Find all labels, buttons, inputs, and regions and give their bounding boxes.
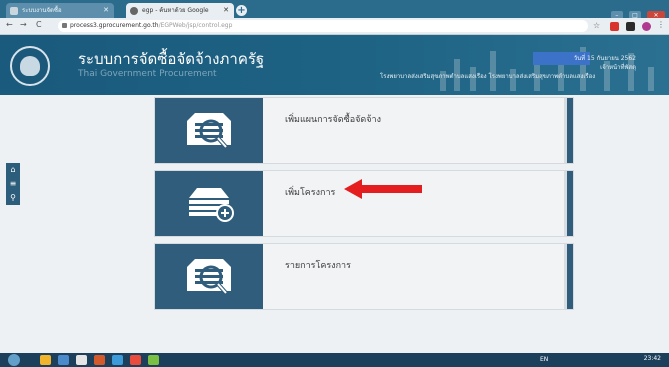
egp-favicon-icon	[10, 7, 18, 15]
taskbar-app-icon[interactable]	[130, 355, 141, 365]
search-icon[interactable]: ⚲	[6, 191, 20, 205]
close-tab-icon[interactable]: ✕	[223, 3, 229, 18]
extension-icon[interactable]	[626, 22, 635, 31]
menu-tile	[155, 171, 263, 236]
home-icon[interactable]: ⌂	[6, 163, 20, 177]
header-organization: โรงพยาบาลส่งเสริมสุขภาพตำบลแสงเรือง โรงพ…	[380, 73, 596, 80]
site-header: ระบบการจัดซื้อจัดจ้างภาครัฐ Thai Governm…	[0, 35, 669, 95]
document-search-icon	[187, 113, 231, 149]
document-search-icon	[187, 259, 231, 295]
google-favicon-icon	[130, 7, 138, 15]
browser-tab-google[interactable]: egp - ค้นหาด้วย Google ✕	[126, 3, 234, 18]
card-edge-stripe	[567, 98, 573, 163]
site-title-thai: ระบบการจัดซื้อจัดจ้างภาครัฐ	[78, 50, 265, 68]
bookmark-star-icon[interactable]: ☆	[593, 21, 600, 30]
menu-card-add-procurement-plan[interactable]: เพิ่มแผนการจัดซื้อจัดจ้าง	[154, 97, 574, 164]
menu-label: รายการโครงการ	[285, 261, 351, 271]
os-taskbar: EN 23:42	[0, 353, 669, 367]
garuda-emblem-icon	[20, 56, 40, 76]
menu-tile	[155, 244, 263, 309]
url-path: /EGPWeb/jsp/control.egp	[158, 22, 233, 29]
header-user-role: เจ้าหน้าที่พัสดุ	[600, 64, 636, 71]
government-logo[interactable]	[10, 46, 50, 86]
reload-icon[interactable]: C	[36, 20, 42, 29]
taskbar-app-icon[interactable]	[112, 355, 123, 365]
card-edge-stripe	[567, 244, 573, 309]
language-indicator[interactable]: EN	[540, 356, 548, 363]
address-bar[interactable]: process3.gprocurement.go.th/EGPWeb/jsp/c…	[58, 20, 588, 32]
tab-title: ระบบงานจัดซื้อ	[22, 7, 62, 14]
new-tab-button[interactable]: +	[236, 5, 247, 16]
stack-add-icon	[189, 188, 234, 222]
taskbar-app-icon[interactable]	[148, 355, 159, 365]
profile-avatar[interactable]	[642, 22, 651, 31]
side-toolbar: ⌂ ≡ ⚲	[6, 163, 20, 205]
menu-label: เพิ่มโครงการ	[285, 188, 336, 198]
taskbar-app-icon[interactable]	[94, 355, 105, 365]
start-button[interactable]	[8, 354, 20, 366]
lock-icon	[62, 23, 67, 28]
taskbar-clock[interactable]: 23:42	[644, 355, 661, 362]
taskbar-app-icon[interactable]	[76, 355, 87, 365]
tab-title: egp - ค้นหาด้วย Google	[142, 7, 209, 14]
browser-tab-egp[interactable]: ระบบงานจัดซื้อ ✕	[6, 3, 114, 18]
extension-icon[interactable]	[610, 22, 619, 31]
browser-tab-bar: ระบบงานจัดซื้อ ✕ egp - ค้นหาด้วย Google …	[0, 0, 669, 20]
close-tab-icon[interactable]: ✕	[103, 3, 109, 18]
card-edge-stripe	[567, 171, 573, 236]
browser-menu-icon[interactable]: ⋮	[657, 20, 665, 29]
site-title-english: Thai Government Procurement	[78, 69, 217, 79]
url-host: process3.gprocurement.go.th	[70, 22, 159, 29]
taskbar-app-icon[interactable]	[58, 355, 69, 365]
back-arrow-icon[interactable]: ←	[6, 20, 13, 29]
forward-arrow-icon[interactable]: →	[20, 20, 27, 29]
menu-label: เพิ่มแผนการจัดซื้อจัดจ้าง	[285, 115, 381, 125]
red-annotation-arrow-icon	[344, 179, 422, 199]
menu-icon[interactable]: ≡	[6, 177, 20, 191]
menu-card-project-list[interactable]: รายการโครงการ	[154, 243, 574, 310]
taskbar-app-icon[interactable]	[40, 355, 51, 365]
menu-tile	[155, 98, 263, 163]
browser-toolbar: ← → C process3.gprocurement.go.th/EGPWeb…	[0, 18, 669, 35]
